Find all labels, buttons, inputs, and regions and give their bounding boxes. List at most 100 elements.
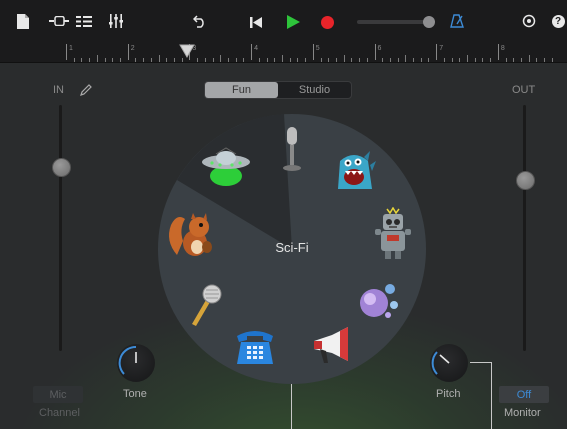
ruler-tick bbox=[451, 58, 453, 62]
ruler-bar-number: 1 bbox=[69, 45, 73, 52]
monitor-label: Monitor bbox=[504, 407, 541, 419]
ruler-tick bbox=[204, 58, 206, 62]
input-level-thumb[interactable] bbox=[52, 158, 71, 177]
input-level-track bbox=[59, 105, 62, 351]
ruler-tick bbox=[459, 58, 461, 62]
wheel-connector-line bbox=[291, 384, 292, 429]
ruler-bar-line bbox=[127, 44, 129, 60]
ruler-tick bbox=[474, 58, 476, 62]
output-label: OUT bbox=[512, 84, 536, 96]
ruler-bar-number: 8 bbox=[500, 45, 505, 52]
help-icon[interactable]: ? bbox=[550, 12, 566, 30]
ruler-tick bbox=[335, 58, 337, 62]
ruler-tick bbox=[351, 58, 353, 62]
ruler-bar-line bbox=[251, 44, 253, 60]
ruler-tick bbox=[490, 58, 492, 62]
ruler-tick bbox=[266, 58, 268, 62]
ruler-tick bbox=[212, 58, 214, 62]
ruler-tick bbox=[81, 58, 83, 62]
output-level-thumb[interactable] bbox=[516, 171, 535, 190]
ruler-tick bbox=[112, 58, 114, 62]
ruler-bar-number: 4 bbox=[254, 45, 258, 52]
ruler-tick bbox=[119, 58, 121, 62]
pitch-knob[interactable] bbox=[430, 344, 468, 382]
ruler-tick bbox=[297, 58, 299, 62]
robot-icon[interactable] bbox=[372, 206, 414, 260]
undo-icon[interactable] bbox=[191, 12, 209, 30]
mixer-icon[interactable] bbox=[107, 12, 125, 30]
metronome-icon[interactable] bbox=[448, 12, 466, 30]
timeline-ruler[interactable]: 12345678 bbox=[0, 42, 567, 63]
ruler-tick bbox=[521, 58, 523, 62]
squirrel-icon[interactable] bbox=[164, 210, 216, 260]
tab-studio[interactable]: Studio bbox=[278, 82, 351, 98]
ruler-bar-line bbox=[436, 44, 438, 60]
play-icon[interactable] bbox=[277, 11, 309, 33]
control-bar: ? bbox=[0, 0, 567, 42]
pitch-connector-line bbox=[470, 362, 492, 363]
settings-icon[interactable] bbox=[520, 12, 538, 30]
wheel-center-label: Sci-Fi bbox=[275, 240, 309, 255]
tab-fun[interactable]: Fun bbox=[205, 82, 278, 98]
ruler-tick bbox=[274, 58, 276, 62]
ruler-tick bbox=[135, 58, 137, 62]
ruler-tick bbox=[258, 58, 260, 62]
ruler-tick bbox=[359, 58, 361, 62]
handheld-mic-icon[interactable] bbox=[185, 282, 223, 326]
ruler-tick bbox=[96, 55, 98, 62]
telephone-icon[interactable] bbox=[234, 327, 276, 367]
document-icon[interactable] bbox=[16, 12, 30, 30]
ruler-tick bbox=[382, 58, 384, 62]
ruler-tick bbox=[343, 55, 345, 62]
microphone-icon[interactable] bbox=[280, 126, 304, 174]
ruler-tick bbox=[320, 58, 322, 62]
ruler-tick bbox=[166, 58, 168, 62]
ruler-tick bbox=[366, 58, 368, 62]
tone-knob[interactable] bbox=[117, 344, 155, 382]
ruler-tick bbox=[158, 55, 160, 62]
ruler-tick bbox=[482, 58, 484, 62]
ruler-tick bbox=[405, 55, 407, 62]
pencil-icon[interactable] bbox=[79, 83, 93, 102]
ruler-tick bbox=[528, 55, 530, 62]
ruler-bar-number: 5 bbox=[315, 45, 320, 52]
playhead[interactable] bbox=[179, 44, 195, 63]
pitch-connector-line-vertical bbox=[491, 362, 492, 429]
ruler-tick bbox=[289, 58, 291, 62]
ruler-bar-number: 2 bbox=[130, 45, 135, 52]
ruler-tick bbox=[428, 58, 430, 62]
ruler-tick bbox=[467, 55, 469, 62]
ruler-tick bbox=[197, 58, 199, 62]
mode-segmented-control: Fun Studio bbox=[204, 81, 352, 99]
output-level-track bbox=[523, 105, 526, 351]
tone-label: Tone bbox=[123, 388, 147, 400]
ufo-icon[interactable] bbox=[200, 146, 252, 188]
ruler-tick bbox=[536, 58, 538, 62]
channel-label: Channel bbox=[39, 407, 80, 419]
ruler-tick bbox=[328, 58, 330, 62]
ruler-bar-number: 6 bbox=[377, 45, 382, 52]
rewind-icon[interactable] bbox=[243, 12, 269, 32]
ruler-tick bbox=[443, 58, 445, 62]
tracks-view-icon[interactable] bbox=[48, 12, 70, 30]
ruler-tick bbox=[243, 58, 245, 62]
ruler-tick bbox=[513, 58, 515, 62]
ruler-tick bbox=[551, 58, 553, 62]
ruler-tick bbox=[505, 58, 507, 62]
record-icon[interactable] bbox=[314, 11, 340, 33]
ruler-tick bbox=[89, 58, 91, 62]
bubbles-icon[interactable] bbox=[358, 279, 400, 321]
ruler-tick bbox=[413, 58, 415, 62]
ruler-tick bbox=[389, 58, 391, 62]
megaphone-icon[interactable] bbox=[309, 325, 353, 369]
mic-button[interactable]: Mic bbox=[33, 386, 83, 403]
ruler-bar-line bbox=[312, 44, 314, 60]
monitor-toggle[interactable]: Off bbox=[499, 386, 549, 403]
volume-slider-thumb[interactable] bbox=[423, 16, 435, 28]
monster-icon[interactable] bbox=[333, 150, 377, 192]
ruler-bar-line bbox=[497, 44, 499, 60]
ruler-tick bbox=[420, 58, 422, 62]
list-view-icon[interactable] bbox=[75, 12, 93, 30]
input-label: IN bbox=[53, 84, 64, 96]
master-volume-slider[interactable] bbox=[357, 16, 435, 28]
